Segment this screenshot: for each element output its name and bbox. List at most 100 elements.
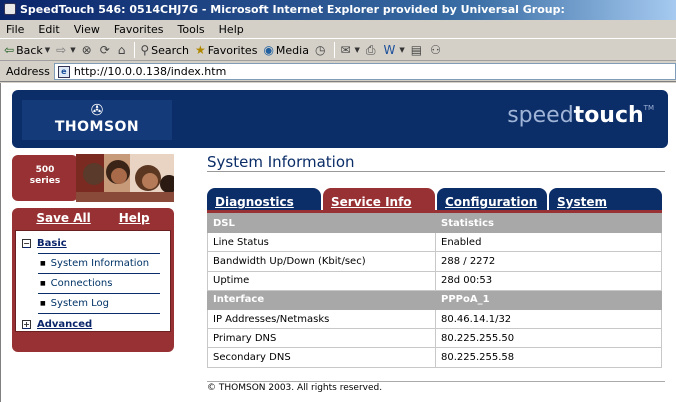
table-section-header: Interface PPPoA_1 bbox=[207, 289, 662, 310]
nav-item-connections[interactable]: ■ Connections bbox=[22, 278, 112, 289]
table-row: Primary DNS 80.225.255.50 bbox=[207, 328, 662, 349]
menu-file[interactable]: File bbox=[6, 23, 24, 36]
address-label: Address bbox=[6, 65, 50, 78]
word-edit-icon: W bbox=[383, 43, 396, 57]
history-button[interactable]: ◷ bbox=[315, 43, 327, 57]
table-cell-label: Bandwidth Up/Down (Kbit/sec) bbox=[207, 251, 436, 272]
speedtouch-brand: speedtouchTM bbox=[507, 103, 654, 128]
home-icon: ⌂ bbox=[117, 43, 126, 57]
toolbar-divider bbox=[134, 42, 136, 58]
save-all-link[interactable]: Save All bbox=[36, 211, 90, 227]
media-icon: ◉ bbox=[263, 43, 274, 57]
web-page: ✇ THOMSON speedtouchTM 500 series Save A… bbox=[0, 83, 676, 402]
copyright-footer: © THOMSON 2003. All rights reserved. bbox=[207, 383, 383, 393]
series-badge: 500 series bbox=[12, 155, 78, 201]
table-row: Bandwidth Up/Down (Kbit/sec) 288 / 2272 bbox=[207, 251, 662, 272]
toolbar-divider bbox=[334, 42, 336, 58]
nav-divider bbox=[38, 273, 160, 274]
table-cell-label: DSL bbox=[207, 212, 436, 234]
people-photo-image bbox=[76, 154, 174, 202]
menu-help[interactable]: Help bbox=[219, 23, 244, 36]
media-button[interactable]: ◉ Media bbox=[263, 43, 309, 57]
mail-icon: ✉ bbox=[340, 43, 351, 57]
table-section-header: DSL Statistics bbox=[207, 212, 662, 234]
table-cell-value: 28d 00:53 bbox=[435, 270, 662, 291]
nav-item-system-log[interactable]: ■ System Log bbox=[22, 298, 109, 309]
chevron-down-icon: ▼ bbox=[70, 46, 76, 54]
bullet-icon: ■ bbox=[40, 280, 46, 287]
messenger-button[interactable]: ⚇ bbox=[430, 43, 443, 57]
tab-diagnostics[interactable]: Diagnostics bbox=[207, 188, 321, 212]
table-cell-value: 80.225.255.58 bbox=[435, 347, 662, 368]
footer-divider bbox=[207, 381, 665, 382]
header-banner: ✇ THOMSON speedtouchTM bbox=[12, 90, 668, 148]
discuss-icon: ▤ bbox=[410, 43, 423, 57]
system-info-table: DSL Statistics Line Status Enabled Bandw… bbox=[207, 212, 662, 368]
nav-divider bbox=[38, 293, 160, 294]
browser-toolbar: ⇦ Back ▼ ⇨ ▼ ⊗ ⟳ ⌂ ⚲ Search ★ Favorites ◉ Medi… bbox=[0, 40, 676, 61]
favorites-button[interactable]: ★ Favorites bbox=[195, 43, 257, 57]
search-button[interactable]: ⚲ Search bbox=[140, 43, 189, 57]
page-title: System Information bbox=[207, 153, 355, 171]
tab-strip: Diagnostics Service Info Configuration S… bbox=[207, 188, 662, 212]
table-cell-value: 80.46.14.1/32 bbox=[435, 308, 662, 330]
discuss-button[interactable]: ▤ bbox=[411, 43, 424, 57]
forward-arrow-icon: ⇨ bbox=[56, 43, 67, 57]
nav-top-links: Save All Help bbox=[12, 211, 174, 227]
page-icon: e bbox=[57, 65, 70, 78]
nav-menu: − Basic ■ System Information ■ Connections … bbox=[15, 230, 171, 332]
nav-item-system-information[interactable]: ■ System Information bbox=[22, 258, 149, 269]
table-cell-value: 80.225.255.50 bbox=[435, 328, 662, 349]
menu-favorites[interactable]: Favorites bbox=[114, 23, 164, 36]
menu-view[interactable]: View bbox=[74, 23, 100, 36]
home-button[interactable]: ⌂ bbox=[118, 43, 128, 57]
bullet-icon: ■ bbox=[40, 300, 46, 307]
nav-divider bbox=[38, 313, 160, 314]
tab-configuration[interactable]: Configuration bbox=[437, 188, 547, 212]
table-row: Line Status Enabled bbox=[207, 232, 662, 253]
table-cell-value: PPPoA_1 bbox=[435, 289, 662, 310]
refresh-button[interactable]: ⟳ bbox=[100, 43, 112, 57]
back-arrow-icon: ⇦ bbox=[4, 43, 15, 57]
collapse-icon[interactable]: − bbox=[22, 239, 31, 248]
mail-button[interactable]: ✉ ▼ bbox=[340, 43, 359, 57]
menu-bar: File Edit View Favorites Tools Help bbox=[0, 20, 676, 39]
chevron-down-icon: ▼ bbox=[44, 46, 51, 54]
nav-advanced[interactable]: + Advanced bbox=[22, 319, 92, 330]
history-icon: ◷ bbox=[314, 43, 326, 57]
expand-icon[interactable]: + bbox=[22, 320, 31, 329]
table-cell-label: Primary DNS bbox=[207, 328, 436, 349]
window-title: SpeedTouch 546: 0514CHJ7G - Microsoft In… bbox=[20, 3, 565, 16]
search-icon: ⚲ bbox=[140, 43, 150, 57]
nav-divider bbox=[38, 253, 160, 254]
menu-edit[interactable]: Edit bbox=[38, 23, 59, 36]
table-row: Uptime 28d 00:53 bbox=[207, 270, 662, 291]
nav-basic[interactable]: − Basic bbox=[22, 238, 67, 249]
help-link[interactable]: Help bbox=[119, 211, 150, 227]
menu-tools[interactable]: Tools bbox=[178, 23, 205, 36]
table-cell-label: Line Status bbox=[207, 232, 436, 253]
favorites-icon: ★ bbox=[194, 43, 206, 57]
address-input[interactable]: e http://10.0.0.138/index.htm bbox=[53, 63, 676, 80]
chevron-down-icon: ▼ bbox=[399, 46, 405, 54]
table-row: IP Addresses/Netmasks 80.46.14.1/32 bbox=[207, 308, 662, 330]
tab-service-info[interactable]: Service Info bbox=[323, 188, 435, 212]
table-cell-value: 288 / 2272 bbox=[435, 251, 662, 272]
refresh-icon: ⟳ bbox=[99, 43, 110, 57]
forward-button[interactable]: ⇨ ▼ bbox=[56, 43, 75, 57]
table-cell-label: IP Addresses/Netmasks bbox=[207, 308, 436, 330]
edit-button[interactable]: W ▼ bbox=[384, 43, 405, 57]
tab-system[interactable]: System bbox=[549, 188, 662, 212]
people-photo bbox=[76, 154, 174, 202]
table-cell-label: Uptime bbox=[207, 270, 436, 291]
back-button[interactable]: ⇦ Back ▼ bbox=[4, 43, 50, 57]
title-underline bbox=[207, 171, 665, 172]
table-cell-value: Enabled bbox=[435, 232, 662, 253]
stop-icon: ⊗ bbox=[81, 43, 92, 57]
stop-button[interactable]: ⊗ bbox=[82, 43, 94, 57]
messenger-icon: ⚇ bbox=[430, 43, 441, 57]
chevron-down-icon: ▼ bbox=[354, 46, 360, 54]
address-bar: Address e http://10.0.0.138/index.htm bbox=[0, 62, 676, 82]
bullet-icon: ■ bbox=[40, 260, 46, 267]
print-button[interactable]: ⎙ bbox=[366, 43, 378, 58]
